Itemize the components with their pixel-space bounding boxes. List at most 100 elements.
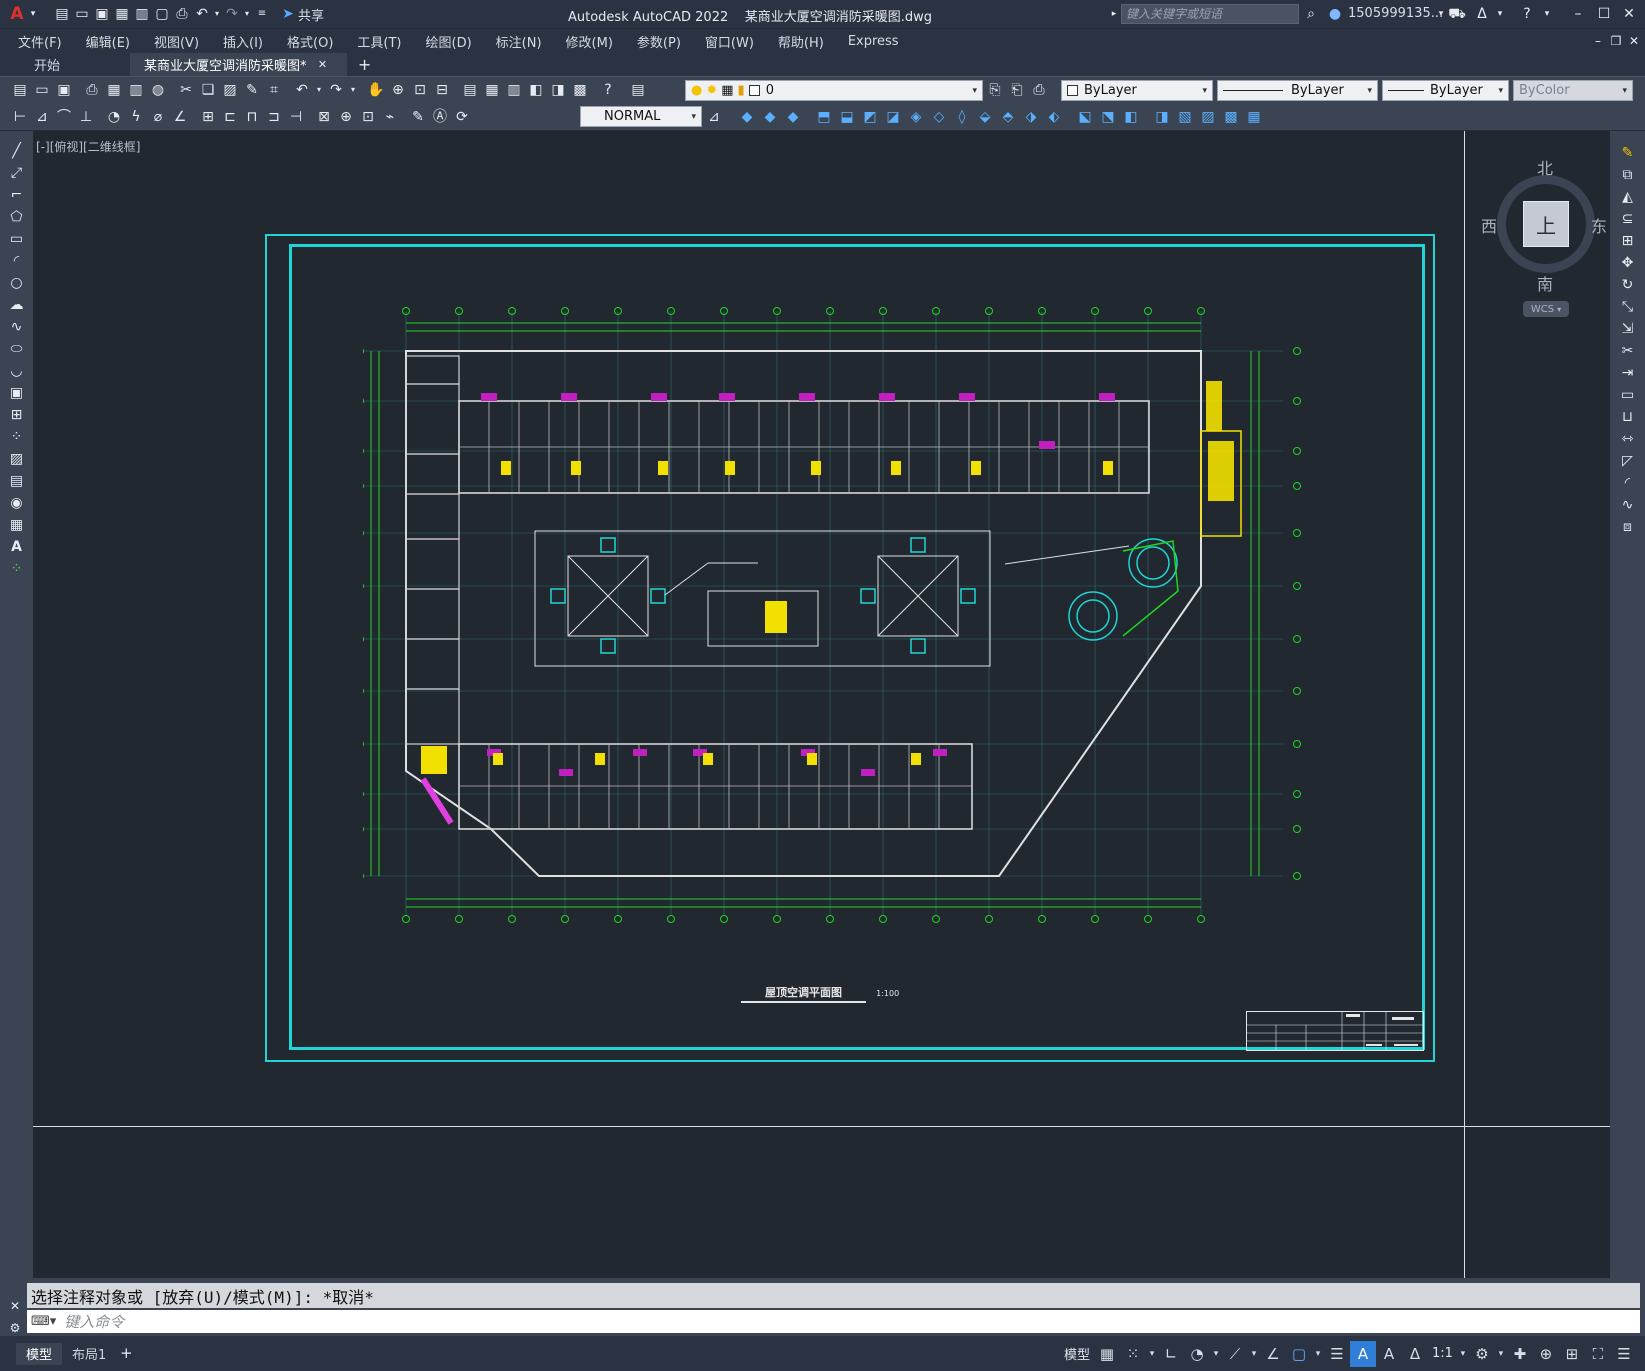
close-window-icon[interactable]: ✕	[1619, 4, 1639, 24]
doc-close-icon[interactable]: ✕	[1624, 31, 1644, 51]
a360-dropdown-icon[interactable]: ▾	[1490, 4, 1510, 24]
radius-dim-icon[interactable]: ◔	[104, 107, 124, 127]
view-cube-north[interactable]: 北	[1537, 155, 1553, 179]
trim-tool-icon[interactable]: ✂	[1618, 341, 1638, 361]
flatshot-icon[interactable]: ⬖	[1044, 107, 1064, 127]
gradient-tool-icon[interactable]: ▤	[7, 471, 27, 491]
dim-break-icon[interactable]: ⊣	[286, 107, 306, 127]
make-current-layer-icon[interactable]: ⎘	[985, 80, 1005, 100]
dimstyle-dropdown[interactable]: NORMAL ▾	[580, 106, 702, 127]
open-file-icon[interactable]: ▭	[72, 4, 92, 24]
inspect-icon[interactable]: ⊡	[358, 107, 378, 127]
quick-properties-icon[interactable]: ⊞	[1559, 1341, 1585, 1367]
snap-mode-icon[interactable]: ⁙	[1120, 1341, 1146, 1367]
publish-3d-icon[interactable]: ◍	[148, 80, 168, 100]
redo-dropdown-icon[interactable]: ▾	[242, 4, 252, 24]
slice-icon[interactable]: ⬙	[975, 107, 995, 127]
linear-dim-icon[interactable]: ⊢	[10, 107, 30, 127]
table-tool-icon[interactable]: ▦	[7, 515, 27, 535]
separate-icon[interactable]: ▦	[1244, 107, 1264, 127]
array-tool-icon[interactable]: ⊞	[1618, 231, 1638, 251]
units-icon[interactable]: ⊕	[1533, 1341, 1559, 1367]
rotate-3d-icon[interactable]: ⬔	[1098, 107, 1118, 127]
plotstyle-dropdown[interactable]: ByColor ▾	[1513, 80, 1633, 101]
view-cube-west[interactable]: 西	[1481, 213, 1497, 237]
hatch-tool-icon[interactable]: ▨	[7, 449, 27, 469]
undo-toolbar-dropdown-icon[interactable]: ▾	[314, 80, 324, 100]
dim-text-edit-icon[interactable]: Ⓐ	[430, 107, 450, 127]
solid-box-icon[interactable]: ◆	[737, 107, 757, 127]
menu-help[interactable]: 帮助(H)	[766, 32, 836, 51]
insert-block-icon[interactable]: ▣	[7, 383, 27, 403]
layer-dropdown[interactable]: ● ✹ ▦ ▮ 0 ▾	[685, 80, 983, 101]
menu-file[interactable]: 文件(F)	[6, 32, 74, 51]
properties-icon[interactable]: ▤	[460, 80, 480, 100]
app-menu-chevron-icon[interactable]: ▾	[28, 4, 38, 24]
layer-previous-icon[interactable]: ⎗	[1007, 80, 1027, 100]
view-cube[interactable]: 上 北 南 西 东 WCS ▾	[1467, 151, 1607, 321]
object-snap-dropdown-icon[interactable]: ▾	[1312, 1341, 1324, 1367]
layer-properties-icon[interactable]: ▤	[628, 80, 648, 100]
copy-icon[interactable]: ❏	[198, 80, 218, 100]
zoom-previous-icon[interactable]: ⊟	[432, 80, 452, 100]
redo-toolbar-dropdown-icon[interactable]: ▾	[348, 80, 358, 100]
sheet-set-icon[interactable]: ◧	[526, 80, 546, 100]
shell-icon[interactable]: ▨	[1198, 107, 1218, 127]
linetype-dropdown[interactable]: ByLayer ▾	[1217, 80, 1378, 101]
ellipse-tool-icon[interactable]: ⬭	[7, 339, 27, 359]
command-close-icon[interactable]: ✕	[5, 1296, 25, 1316]
tool-palettes-icon[interactable]: ▥	[504, 80, 524, 100]
cart-icon[interactable]: ⛟	[1447, 4, 1467, 24]
menu-edit[interactable]: 编辑(E)	[74, 32, 142, 51]
lineweight-dropdown[interactable]: ByLayer ▾	[1382, 80, 1509, 101]
search-input[interactable]: 键入关键字或短语	[1121, 4, 1299, 24]
wcs-menu-button[interactable]: WCS ▾	[1523, 301, 1569, 317]
new-tab-button[interactable]: +	[355, 55, 375, 75]
make-block-icon[interactable]: ⊞	[7, 405, 27, 425]
point-tool-icon[interactable]: ⁘	[7, 427, 27, 447]
polyline-tool-icon[interactable]: ⌐	[7, 185, 27, 205]
isometric-icon[interactable]: ⟋	[1222, 1341, 1248, 1367]
new-file-icon[interactable]: ▤	[52, 4, 72, 24]
user-name[interactable]: 1505999135...	[1348, 6, 1443, 21]
command-input[interactable]: ⌨▾ 键入命令	[27, 1310, 1640, 1333]
zoom-window-icon[interactable]: ⊡	[410, 80, 430, 100]
angular-dim-icon[interactable]: ∠	[170, 107, 190, 127]
union-icon[interactable]: ◈	[906, 107, 926, 127]
plot-icon[interactable]: ⎙	[82, 80, 102, 100]
sweep-icon[interactable]: ◩	[860, 107, 880, 127]
undo-dropdown-icon[interactable]: ▾	[212, 4, 222, 24]
tab-layout1[interactable]: 布局1	[62, 1343, 116, 1365]
center-mark-icon[interactable]: ⊕	[336, 107, 356, 127]
arc-length-icon[interactable]: ⌒	[54, 107, 74, 127]
model-space-button[interactable]: 模型	[1060, 1344, 1094, 1363]
layer-state-icon[interactable]: ⎙	[1029, 80, 1049, 100]
interference-icon[interactable]: ⬘	[998, 107, 1018, 127]
workspace-dropdown-icon[interactable]: ▾	[1495, 1341, 1507, 1367]
minimize-window-icon[interactable]: –	[1568, 4, 1588, 24]
preview-icon[interactable]: ▦	[104, 80, 124, 100]
menu-draw[interactable]: 绘图(D)	[414, 32, 484, 51]
section-plane-icon[interactable]: ⬗	[1021, 107, 1041, 127]
scale-tool-icon[interactable]: ⤡	[1618, 297, 1638, 317]
add-selected-icon[interactable]: ⁘	[7, 559, 27, 579]
break-at-point-icon[interactable]: ▭	[1618, 385, 1638, 405]
move-tool-icon[interactable]: ✥	[1618, 253, 1638, 273]
menu-tools[interactable]: 工具(T)	[345, 32, 413, 51]
dim-space-icon[interactable]: ⊐	[264, 107, 284, 127]
arc-tool-icon[interactable]: ◜	[7, 251, 27, 271]
clean-screen-icon[interactable]: ⛶	[1585, 1341, 1611, 1367]
ordinate-dim-icon[interactable]: ⊥	[76, 107, 96, 127]
stretch-tool-icon[interactable]: ⇲	[1618, 319, 1638, 339]
isometric-dropdown-icon[interactable]: ▾	[1248, 1341, 1260, 1367]
customize-quick-access-icon[interactable]: ≡	[252, 4, 272, 24]
share-label[interactable]: 共享	[298, 5, 324, 24]
polygon-tool-icon[interactable]: ⬠	[7, 207, 27, 227]
doc-restore-icon[interactable]: ❐	[1606, 31, 1626, 51]
view-cube-east[interactable]: 东	[1591, 213, 1607, 237]
imprint-icon[interactable]: ▩	[1221, 107, 1241, 127]
move-3d-icon[interactable]: ⬕	[1075, 107, 1095, 127]
chamfer-tool-icon[interactable]: ◸	[1618, 451, 1638, 471]
snap-dropdown-icon[interactable]: ▾	[1146, 1341, 1158, 1367]
undo-toolbar-icon[interactable]: ↶	[292, 80, 312, 100]
